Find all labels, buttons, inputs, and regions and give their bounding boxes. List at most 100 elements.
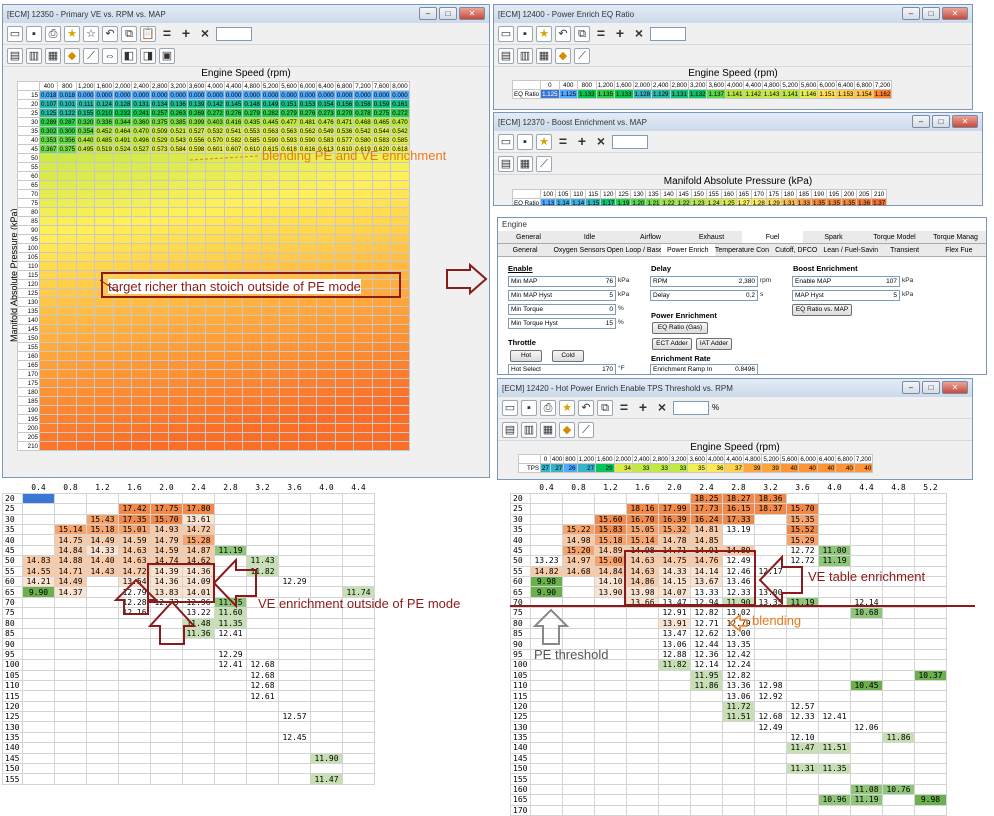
ve-cell[interactable] [94,297,114,307]
ve-cell[interactable] [38,225,59,235]
ve-cell[interactable] [390,198,410,208]
ve-cell[interactable] [112,405,133,415]
afr-cell[interactable] [214,711,247,723]
afr-cell[interactable] [530,607,563,619]
afr-cell[interactable] [246,513,279,526]
ve-cell[interactable] [131,189,151,199]
afr-cell[interactable]: 14.63 [626,565,659,578]
compare-icon[interactable]: ☆ [83,25,99,42]
ve-cell[interactable] [223,261,244,271]
afr-cell[interactable] [882,742,915,754]
afr-cell[interactable]: 11.47 [786,742,819,754]
afr-cell[interactable] [914,679,947,692]
ve-cell[interactable] [353,243,373,253]
axis-header[interactable]: 130 [630,189,647,199]
afr-cell[interactable]: 14.68 [562,565,595,578]
col-header[interactable]: 3.2 [246,483,279,494]
ve-cell[interactable] [371,369,392,379]
ve-cell[interactable]: 0.128 [112,99,133,109]
ve-cell[interactable] [94,261,114,271]
ve-cell[interactable] [205,234,225,244]
ve-cell[interactable] [353,252,373,262]
ve-cell[interactable] [390,225,410,235]
axis-header[interactable]: 6,800 [835,454,855,464]
afr-cell[interactable] [594,773,627,785]
afr-cell[interactable] [86,575,119,588]
afr-cell[interactable]: 15.18 [86,524,119,536]
afr-cell[interactable]: 11.19 [786,596,819,609]
ve-cell[interactable] [242,243,262,253]
afr-cell[interactable]: 16.70 [626,513,659,526]
afr-cell[interactable] [246,742,279,754]
tab-flex-fue[interactable]: Flex Fue [931,244,986,256]
split-icon[interactable]: ▥ [517,47,533,64]
boost-table[interactable]: 100 105 110 115 120 125 130 135 140 145 150 155 160 1… [511,189,888,205]
axis-header[interactable]: 3,600 [706,80,726,90]
row-header[interactable]: 155 [2,773,23,785]
value-cell[interactable]: 1.128 [632,89,653,99]
value-cell[interactable]: 1.25 [720,198,737,205]
afr-cell[interactable]: 14.72 [118,565,151,578]
ve-cell[interactable]: 0.000 [131,90,151,100]
ve-cell[interactable] [168,369,188,379]
ve-cell[interactable]: 0.134 [149,99,170,109]
afr-cell[interactable] [882,648,915,661]
ve-cell[interactable] [38,234,59,244]
ve-cell[interactable]: 0.124 [94,99,114,109]
afr-cell[interactable] [342,617,375,629]
ve-cell[interactable] [131,153,151,163]
ve-cell[interactable] [279,360,299,370]
ve-cell[interactable] [297,351,318,361]
ve-cell[interactable] [168,396,188,406]
ve-cell[interactable]: 0.153 [297,99,318,109]
afr-cell[interactable] [342,700,375,713]
ve-cell[interactable] [297,225,318,235]
map-header[interactable]: 40 [17,135,40,145]
afr-cell[interactable] [54,503,87,515]
afr-cell[interactable]: 12.92 [754,690,787,702]
afr-cell[interactable] [690,752,723,765]
afr-cell[interactable]: 15.60 [594,513,627,526]
rpm-header[interactable]: 4,800 [242,81,262,91]
ve-cell[interactable]: 0.210 [94,108,114,118]
afr-cell[interactable]: 11.36 [182,627,215,640]
ve-cell[interactable] [205,396,225,406]
map-header[interactable]: 95 [17,234,40,244]
ve-cell[interactable] [186,261,207,271]
ve-cell[interactable] [75,324,96,334]
ve-cell[interactable] [242,252,262,262]
afr-cell[interactable]: 14.63 [626,555,659,567]
ve-cell[interactable] [205,243,225,253]
ve-cell[interactable] [353,180,373,190]
afr-cell[interactable] [118,773,151,785]
ve-cell[interactable] [390,252,410,262]
value-cell[interactable]: 1.162 [872,89,893,99]
ve-cell[interactable] [316,243,336,253]
afr-cell[interactable] [850,544,883,557]
ve-cell[interactable] [242,315,262,325]
value-cell[interactable]: 1.35 [825,198,843,205]
ve-cell[interactable] [94,432,114,442]
ve-cell[interactable] [260,342,281,352]
rpm-header[interactable]: 2,000 [112,81,133,91]
ve-cell[interactable] [223,198,244,208]
ve-cell[interactable] [112,153,133,163]
equals-icon[interactable]: = [616,400,632,416]
ve-cell[interactable] [94,333,114,343]
ve-cell[interactable] [390,414,410,424]
tab-transient[interactable]: Transient [877,244,932,256]
ve-cell[interactable] [57,360,77,370]
ve-cell[interactable] [371,342,392,352]
ve-cell[interactable] [390,369,410,379]
afr-cell[interactable]: 14.62 [182,555,215,567]
axis-header[interactable]: 210 [871,189,888,199]
axis-header[interactable]: 105 [555,189,572,199]
map-header[interactable]: 80 [17,207,40,217]
afr-cell[interactable] [850,627,883,640]
col-header[interactable]: 2.4 [182,483,215,494]
ve-cell[interactable]: 0.598 [186,144,207,154]
ve-cell[interactable]: 0.385 [168,117,188,127]
ve-cell[interactable] [279,234,299,244]
ve-cell[interactable] [112,243,133,253]
ve-cell[interactable] [57,180,77,190]
